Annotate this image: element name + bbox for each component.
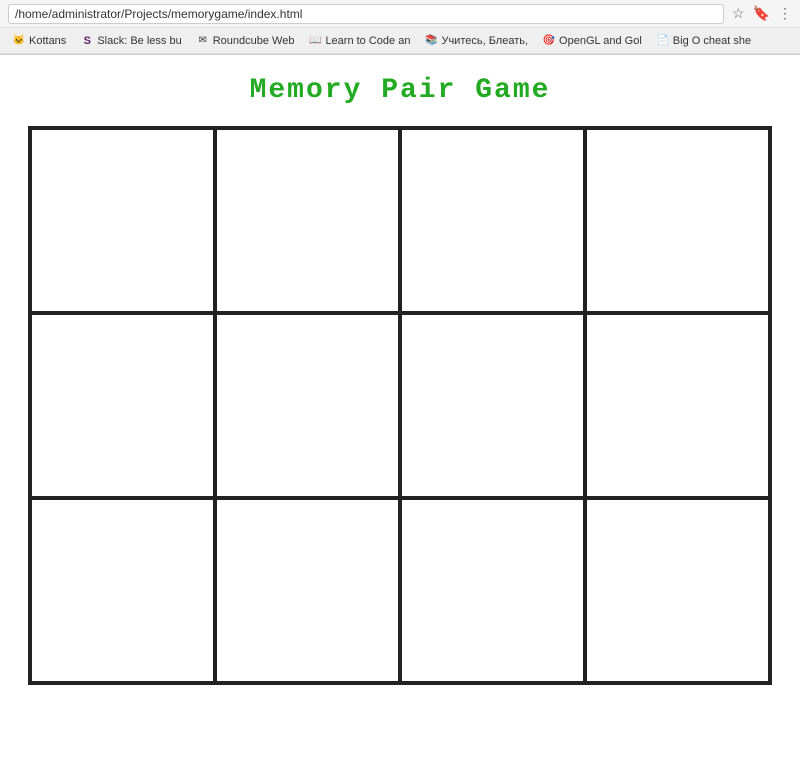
uchites-label: Учитесь, Блеать, <box>441 35 528 47</box>
kottans-favicon: 🐱 <box>12 34 26 48</box>
address-bar-icons: ☆ 🔖 ⋮ <box>732 5 792 22</box>
card-3[interactable] <box>400 128 585 313</box>
opengl-favicon: 🎯 <box>542 34 556 48</box>
bookmarks-bar: 🐱 Kottans S Slack: Be less bu ✉ Roundcub… <box>0 28 800 54</box>
card-11[interactable] <box>400 498 585 683</box>
card-8[interactable] <box>585 313 770 498</box>
big-o-label: Big O cheat she <box>673 35 751 47</box>
address-bar-row: /home/administrator/Projects/memorygame/… <box>0 0 800 28</box>
learn-label: Learn to Code an <box>325 35 410 47</box>
card-9[interactable] <box>30 498 215 683</box>
bookmark-opengl[interactable]: 🎯 OpenGL and Gol <box>536 32 648 50</box>
bookmark-icon[interactable]: 🔖 <box>753 5 770 22</box>
uchites-favicon: 📚 <box>424 34 438 48</box>
bookmark-kottans[interactable]: 🐱 Kottans <box>6 32 72 50</box>
bookmark-roundcube[interactable]: ✉ Roundcube Web <box>190 32 301 50</box>
kottans-label: Kottans <box>29 35 66 47</box>
slack-favicon: S <box>80 34 94 48</box>
bookmark-big-o[interactable]: 📄 Big O cheat she <box>650 32 757 50</box>
card-1[interactable] <box>30 128 215 313</box>
card-2[interactable] <box>215 128 400 313</box>
roundcube-favicon: ✉ <box>196 34 210 48</box>
browser-chrome: /home/administrator/Projects/memorygame/… <box>0 0 800 55</box>
bookmark-slack[interactable]: S Slack: Be less bu <box>74 32 187 50</box>
bookmark-uchites[interactable]: 📚 Учитесь, Блеать, <box>418 32 534 50</box>
page-content: Memory Pair Game <box>0 55 800 765</box>
star-icon[interactable]: ☆ <box>732 5 745 22</box>
bookmark-learn-to-code[interactable]: 📖 Learn to Code an <box>302 32 416 50</box>
card-7[interactable] <box>400 313 585 498</box>
page-title: Memory Pair Game <box>250 75 551 106</box>
opengl-label: OpenGL and Gol <box>559 35 642 47</box>
address-text: /home/administrator/Projects/memorygame/… <box>15 7 302 21</box>
card-6[interactable] <box>215 313 400 498</box>
card-5[interactable] <box>30 313 215 498</box>
big-o-favicon: 📄 <box>656 34 670 48</box>
card-10[interactable] <box>215 498 400 683</box>
address-bar[interactable]: /home/administrator/Projects/memorygame/… <box>8 4 724 24</box>
game-grid <box>28 126 772 685</box>
card-12[interactable] <box>585 498 770 683</box>
menu-icon[interactable]: ⋮ <box>778 5 792 22</box>
slack-label: Slack: Be less bu <box>97 35 181 47</box>
roundcube-label: Roundcube Web <box>213 35 295 47</box>
card-4[interactable] <box>585 128 770 313</box>
learn-favicon: 📖 <box>308 34 322 48</box>
